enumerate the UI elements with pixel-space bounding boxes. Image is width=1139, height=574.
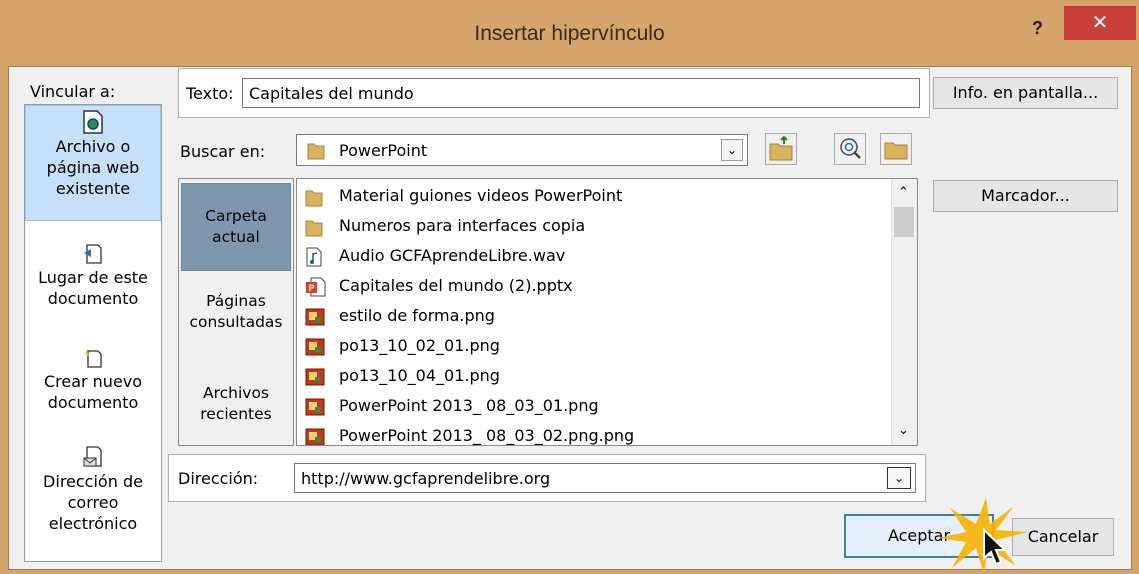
- file-list-item[interactable]: Audio GCFAprendeLibre.wav: [305, 241, 565, 271]
- image-file-icon: [305, 368, 325, 385]
- nav-browsed-line1: Páginas: [206, 292, 266, 310]
- link-email-item[interactable]: Dirección de correo electrónico: [25, 445, 161, 534]
- link-place-line1: Lugar de este: [38, 268, 148, 287]
- link-place-in-document-item[interactable]: Lugar de este documento: [25, 243, 161, 309]
- file-list-item[interactable]: po13_10_04_01.png: [305, 361, 500, 391]
- file-list-item[interactable]: P Capitales del mundo (2).pptx: [305, 271, 573, 301]
- nav-recent-line1: Archivos: [202, 384, 270, 402]
- address-label: Dirección:: [178, 469, 259, 488]
- file-name: Numeros para interfaces copia: [339, 216, 586, 235]
- nav-browsed-pages[interactable]: Páginas consultadas: [181, 291, 291, 333]
- link-email-line1: Dirección de: [43, 472, 143, 491]
- file-name: po13_10_02_01.png: [339, 336, 500, 355]
- dialog-window: Insertar hipervínculo ? ✕ Vincular a: Ar…: [0, 0, 1139, 574]
- nav-current-line2: actual: [212, 228, 260, 246]
- file-name: Audio GCFAprendeLibre.wav: [339, 246, 566, 265]
- browse-web-button[interactable]: [834, 133, 866, 165]
- image-file-icon: [305, 428, 325, 445]
- title-bar[interactable]: Insertar hipervínculo ? ✕: [0, 0, 1139, 66]
- link-new-line1: Crear nuevo: [43, 372, 143, 391]
- nav-current-folder[interactable]: Carpeta actual: [181, 183, 291, 271]
- link-existing-file-item[interactable]: Archivo o página web existente: [25, 105, 161, 221]
- link-email-line3: electrónico: [48, 514, 138, 533]
- image-file-icon: [305, 338, 325, 355]
- text-input-value: Capitales del mundo: [249, 84, 414, 103]
- up-folder-icon: [769, 135, 793, 161]
- bookmark-button[interactable]: Marcador...: [933, 180, 1118, 212]
- dialog-title: Insertar hipervínculo: [474, 22, 665, 45]
- nav-recent-files[interactable]: Archivos recientes: [181, 383, 291, 425]
- scroll-up-icon[interactable]: ⌃: [898, 185, 909, 200]
- chevron-down-icon[interactable]: ⌄: [887, 467, 911, 489]
- file-list[interactable]: Material guiones videos PowerPoint Numer…: [296, 178, 918, 446]
- file-name: Material guiones videos PowerPoint: [339, 186, 623, 205]
- address-value: http://www.gcfaprendelibre.org: [301, 469, 551, 488]
- look-in-dropdown[interactable]: PowerPoint ⌄: [296, 134, 748, 166]
- file-name: estilo de forma.png: [339, 306, 495, 325]
- link-to-label: Vincular a:: [30, 82, 116, 101]
- browse-web-icon: [840, 138, 861, 159]
- address-input[interactable]: http://www.gcfaprendelibre.org ⌄: [294, 463, 916, 493]
- look-in-value: PowerPoint: [339, 141, 428, 160]
- click-highlight-icon: [938, 498, 1028, 574]
- image-file-icon: [305, 398, 325, 415]
- link-to-panel: Archivo o página web existente Lugar de …: [24, 104, 162, 562]
- file-list-item[interactable]: po13_10_02_01.png: [305, 331, 500, 361]
- new-document-icon: [84, 349, 102, 368]
- pptx-file-icon: P: [306, 277, 326, 296]
- svg-text:P: P: [308, 283, 314, 293]
- folder-icon: [307, 143, 325, 160]
- look-in-label: Buscar en:: [180, 142, 266, 161]
- file-name: po13_10_04_01.png: [339, 366, 500, 385]
- link-new-line2: documento: [47, 393, 139, 412]
- file-name: PowerPoint 2013_ 08_03_01.png: [339, 396, 599, 415]
- chevron-down-icon[interactable]: ⌄: [721, 139, 743, 161]
- folder-icon: [305, 220, 323, 236]
- folder-icon: [305, 190, 323, 206]
- link-existing-line1: Archivo o: [55, 137, 131, 156]
- file-list-scrollbar[interactable]: ⌃ ⌄: [891, 179, 917, 445]
- file-web-icon: [83, 110, 103, 134]
- close-button[interactable]: ✕: [1064, 6, 1136, 40]
- text-to-display-input[interactable]: Capitales del mundo: [242, 78, 920, 108]
- file-list-item[interactable]: estilo de forma.png: [305, 301, 495, 331]
- nav-recent-line2: recientes: [200, 405, 272, 423]
- nav-current-line1: Carpeta: [205, 207, 267, 225]
- audio-file-icon: [306, 247, 322, 266]
- browse-file-button[interactable]: [880, 133, 912, 165]
- link-new-document-item[interactable]: Crear nuevo documento: [25, 347, 161, 413]
- screentip-button[interactable]: Info. en pantalla...: [933, 77, 1118, 109]
- file-list-item[interactable]: PowerPoint 2013_ 08_03_02.png.png: [305, 421, 635, 445]
- link-existing-line3: existente: [55, 179, 131, 198]
- image-file-icon: [305, 308, 325, 325]
- file-list-item[interactable]: PowerPoint 2013_ 08_03_01.png: [305, 391, 599, 421]
- up-folder-button[interactable]: [765, 133, 797, 165]
- document-place-icon: [84, 244, 102, 264]
- file-list-item[interactable]: Numeros para interfaces copia: [305, 211, 585, 241]
- scroll-down-icon[interactable]: ⌄: [898, 423, 909, 438]
- nav-browsed-line2: consultadas: [189, 313, 283, 331]
- mouse-cursor-icon: [983, 528, 1008, 566]
- navigation-panel: Carpeta actual Páginas consultadas Archi…: [178, 178, 294, 446]
- open-folder-icon: [884, 142, 908, 160]
- help-button[interactable]: ?: [1032, 18, 1043, 39]
- link-email-line2: correo: [67, 493, 119, 512]
- email-icon: [83, 446, 102, 467]
- link-place-line2: documento: [47, 289, 139, 308]
- file-list-item[interactable]: Material guiones videos PowerPoint: [305, 181, 622, 211]
- scroll-thumb[interactable]: [894, 207, 914, 237]
- text-label: Texto:: [186, 84, 234, 103]
- file-name: PowerPoint 2013_ 08_03_02.png.png: [339, 426, 635, 445]
- link-existing-line2: página web: [46, 158, 140, 177]
- file-name: Capitales del mundo (2).pptx: [339, 276, 573, 295]
